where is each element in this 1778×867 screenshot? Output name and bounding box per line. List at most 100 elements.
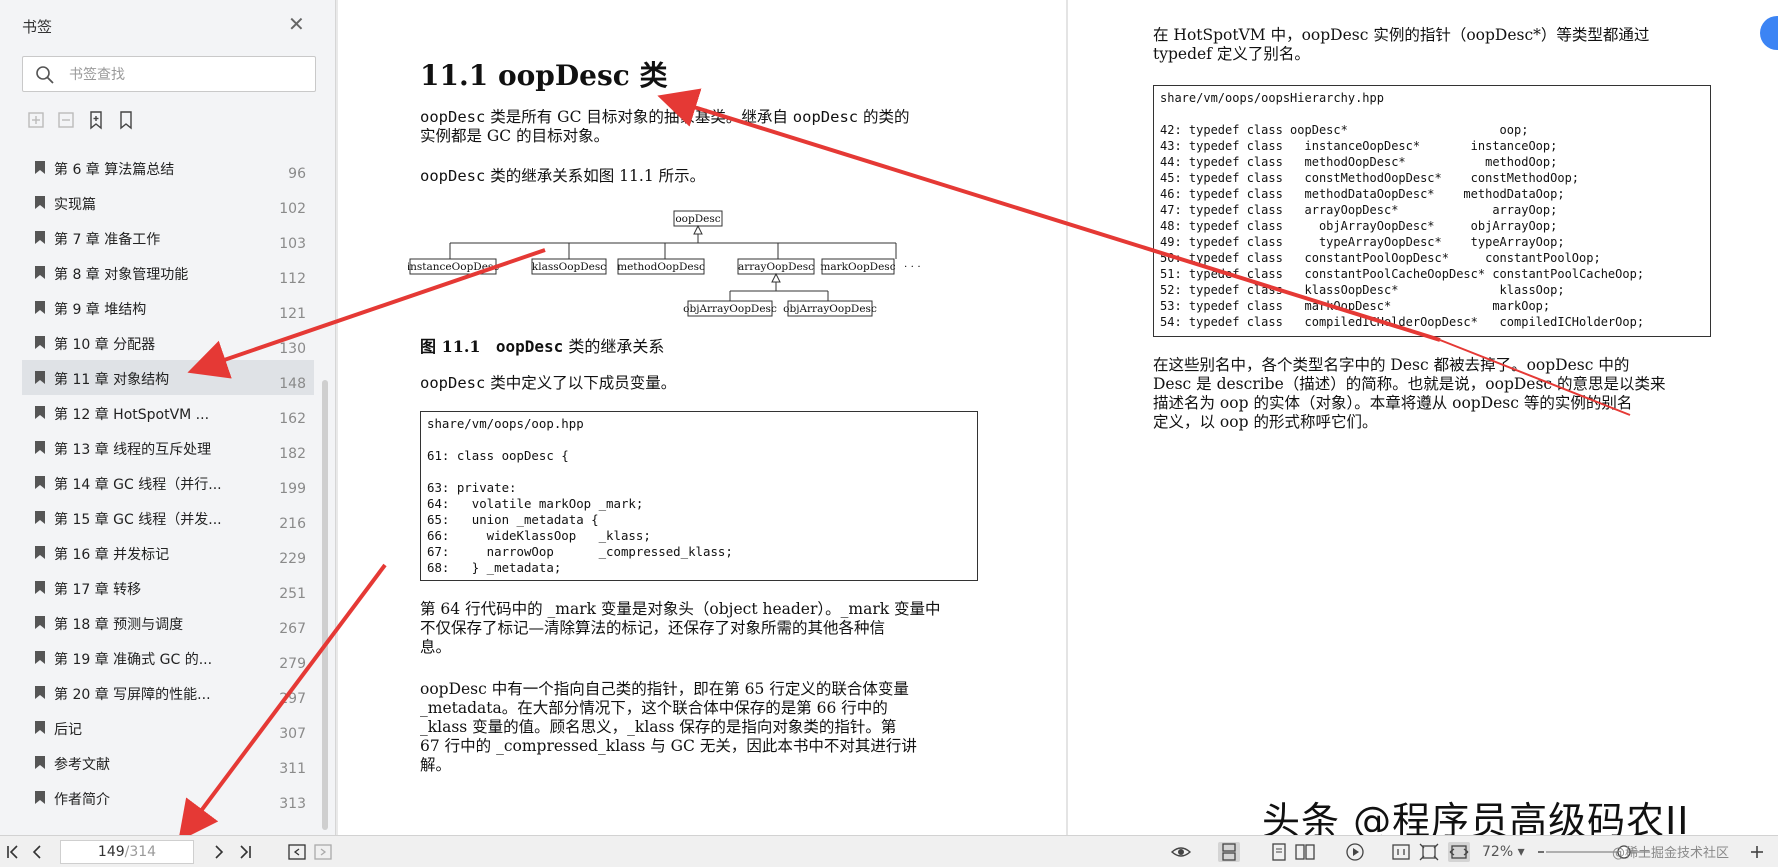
forward-icon[interactable]: [312, 842, 334, 862]
bookmark-sidebar: 书签 ✕ 第 6 章 算法篇总结 96 实现篇 102 第 7 章 准备工作 103 第 8…: [0, 0, 336, 835]
diagram-child: instanceOopDesc: [408, 261, 499, 273]
bookmark-icon: [35, 161, 45, 174]
bottom-toolbar: 149/314 72% ▾: [0, 835, 1778, 867]
bookmark-search-box[interactable]: [22, 56, 316, 92]
sidebar-bookmark-item[interactable]: 第 18 章 预测与调度 267: [22, 605, 314, 640]
bookmark-icon: [35, 721, 45, 734]
paragraph-hierarchy: oopDesc 类的继承关系如图 11.1 所示。: [420, 167, 706, 185]
sidebar-bookmark-item[interactable]: 第 17 章 转移 251: [22, 570, 314, 605]
paragraph-typedef-intro: 在 HotSpotVM 中，oopDesc 实例的指针（oopDesc*）等类型…: [1153, 26, 1650, 63]
bookmark-page-number: 216: [279, 516, 306, 532]
bookmark-icon: [35, 581, 45, 594]
paragraph-metadata: oopDesc 中有一个指向自己类的指针，即在第 65 行定义的联合体变量 _m…: [420, 680, 917, 774]
bookmark-page-number: 199: [279, 481, 306, 497]
figure-caption: 图 11.1 oopDesc 类的继承关系: [420, 337, 665, 356]
eye-protection-icon[interactable]: [1170, 842, 1192, 862]
bookmark-page-number: 297: [279, 691, 306, 707]
single-page-icon[interactable]: [1268, 842, 1290, 862]
paragraph-members: oopDesc 类中定义了以下成员变量。: [420, 374, 677, 392]
bookmark-label: 第 9 章 堆结构: [54, 302, 147, 318]
diagram-child: arrayOopDesc: [738, 261, 814, 273]
section-title: 11.1 oopDesc 类: [420, 59, 668, 92]
remove-bookmark-icon[interactable]: [56, 110, 76, 130]
sidebar-bookmark-item[interactable]: 实现篇 102: [22, 185, 314, 220]
play-icon[interactable]: [1344, 842, 1366, 862]
continuous-scroll-icon[interactable]: [1218, 842, 1240, 862]
bookmark-icon: [35, 196, 45, 209]
bookmark-label: 第 20 章 写屏障的性能...: [54, 687, 211, 703]
bookmark-label: 第 14 章 GC 线程（并行...: [54, 477, 222, 493]
sidebar-bookmark-item[interactable]: 第 20 章 写屏障的性能... 297: [22, 675, 314, 710]
sidebar-bookmark-item[interactable]: 后记 307: [22, 710, 314, 745]
bookmark-icon: [35, 301, 45, 314]
last-page-icon[interactable]: [234, 842, 256, 862]
bookmark-page-number: 267: [279, 621, 306, 637]
bookmark-icon: [35, 616, 45, 629]
bookmark-icon: [35, 441, 45, 454]
inheritance-diagram: oopDesc instanceOopDesc klassOopDesc met…: [408, 210, 921, 317]
watermark-small: @稀土掘金技术社区: [1612, 846, 1730, 861]
sidebar-bookmark-item[interactable]: 第 6 章 算法篇总结 96: [22, 150, 314, 185]
bookmark-icon: [35, 686, 45, 699]
back-icon[interactable]: [286, 842, 308, 862]
bookmark-icon: [35, 511, 45, 524]
sidebar-bookmark-item[interactable]: 第 10 章 分配器 130: [22, 325, 314, 360]
sidebar-scrollbar[interactable]: [322, 380, 328, 830]
bookmark-label: 第 19 章 准确式 GC 的...: [54, 652, 213, 668]
bookmark-icon: [35, 231, 45, 244]
document-page-right: 在 HotSpotVM 中，oopDesc 实例的指针（oopDesc*）等类型…: [1068, 0, 1778, 835]
bookmark-label: 第 15 章 GC 线程（并发...: [54, 512, 222, 528]
sidebar-bookmark-item[interactable]: 作者简介 313: [22, 780, 314, 815]
page-number-input[interactable]: 149/314: [60, 840, 194, 864]
diagram-child: methodOopDesc: [617, 261, 705, 273]
bookmark-page-number: 148: [279, 376, 306, 392]
bookmark-icon[interactable]: [116, 110, 136, 130]
sidebar-bookmark-item[interactable]: 第 8 章 对象管理功能 112: [22, 255, 314, 290]
double-page-icon[interactable]: [1294, 842, 1316, 862]
actual-size-icon[interactable]: [1390, 842, 1412, 862]
zoom-in-icon[interactable]: [1746, 842, 1768, 862]
bookmark-page-number: 102: [279, 201, 306, 217]
bookmark-icon: [35, 336, 45, 349]
bookmark-page-number: 313: [279, 796, 306, 812]
bookmark-label: 第 8 章 对象管理功能: [54, 267, 189, 283]
add-bookmark-icon[interactable]: [26, 110, 46, 130]
bookmark-search-input[interactable]: [67, 63, 311, 87]
bookmark-page-number: 279: [279, 656, 306, 672]
sidebar-bookmark-item[interactable]: 第 7 章 准备工作 103: [22, 220, 314, 255]
fit-width-icon[interactable]: [1448, 842, 1470, 862]
bookmark-label: 第 10 章 分配器: [54, 337, 156, 353]
bookmark-label: 第 12 章 HotSpotVM ...: [54, 407, 210, 423]
sidebar-bookmark-item[interactable]: 第 9 章 堆结构 121: [22, 290, 314, 325]
bookmark-icon: [35, 791, 45, 804]
sidebar-bookmark-item[interactable]: 第 12 章 HotSpotVM ... 162: [22, 395, 314, 430]
sidebar-bookmark-item[interactable]: 第 11 章 对象结构 148: [22, 360, 314, 395]
bookmark-page-number: 182: [279, 446, 306, 462]
first-page-icon[interactable]: [2, 842, 24, 862]
bookmark-add-icon[interactable]: [86, 110, 106, 130]
diagram-child: markOopDesc: [820, 261, 895, 273]
prev-page-icon[interactable]: [26, 842, 48, 862]
sidebar-bookmark-item[interactable]: 第 16 章 并发标记 229: [22, 535, 314, 570]
zoom-level-dropdown[interactable]: 72% ▾: [1482, 844, 1525, 860]
sidebar-bookmark-item[interactable]: 第 19 章 准确式 GC 的... 279: [22, 640, 314, 675]
sidebar-bookmark-item[interactable]: 第 13 章 线程的互斥处理 182: [22, 430, 314, 465]
bookmark-label: 参考文献: [54, 757, 110, 773]
bookmark-page-number: 251: [279, 586, 306, 602]
close-icon[interactable]: ✕: [288, 12, 305, 36]
bookmark-label: 作者简介: [54, 792, 110, 808]
bookmark-icon: [35, 651, 45, 664]
document-page-left: 11.1 oopDesc 类 oopDesc 类是所有 GC 目标对象的抽象基类…: [338, 0, 1066, 835]
bookmark-label: 第 17 章 转移: [54, 582, 142, 598]
diagram-root: oopDesc: [675, 213, 720, 225]
bookmark-page-number: 121: [279, 306, 306, 322]
sidebar-bookmark-item[interactable]: 第 14 章 GC 线程（并行... 199: [22, 465, 314, 500]
sidebar-bookmark-item[interactable]: 第 15 章 GC 线程（并发... 216: [22, 500, 314, 535]
search-icon: [36, 66, 54, 84]
sidebar-bookmark-item[interactable]: 参考文献 311: [22, 745, 314, 780]
fit-page-icon[interactable]: [1418, 842, 1440, 862]
sidebar-title: 书签: [22, 18, 53, 36]
chevron-down-icon: ▾: [1517, 844, 1525, 860]
diagram-grandchild: objArrayOopDesc: [683, 303, 777, 315]
next-page-icon[interactable]: [208, 842, 230, 862]
